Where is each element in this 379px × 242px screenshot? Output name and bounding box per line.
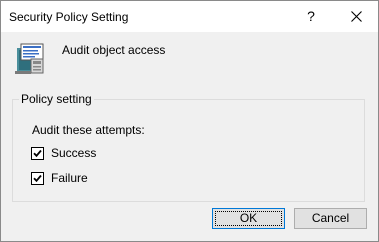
dialog-content: Audit object access Policy setting Audit… bbox=[1, 32, 378, 241]
checkmark-icon bbox=[33, 149, 42, 157]
success-checkbox-box[interactable] bbox=[31, 146, 44, 160]
failure-label[interactable]: Failure bbox=[51, 171, 88, 185]
policy-setting-group: Policy setting Audit these attempts: Suc… bbox=[12, 92, 365, 202]
failure-checkbox-box[interactable] bbox=[31, 171, 44, 185]
ok-button[interactable]: OK bbox=[212, 208, 285, 229]
close-button[interactable] bbox=[334, 1, 378, 32]
policy-name: Audit object access bbox=[62, 43, 166, 57]
security-policy-icon bbox=[15, 43, 44, 74]
title-bar[interactable]: Security Policy Setting ? bbox=[1, 1, 378, 32]
cancel-button-label: Cancel bbox=[311, 211, 350, 225]
failure-checkbox[interactable]: Failure bbox=[31, 170, 88, 186]
group-legend: Policy setting bbox=[19, 92, 94, 106]
cancel-button[interactable]: Cancel bbox=[294, 208, 367, 229]
window-title: Security Policy Setting bbox=[9, 10, 129, 24]
security-policy-dialog: Security Policy Setting ? Audit object a… bbox=[0, 0, 379, 242]
success-checkbox[interactable]: Success bbox=[31, 145, 96, 161]
ok-button-label: OK bbox=[239, 211, 258, 225]
help-icon: ? bbox=[307, 8, 315, 24]
close-icon bbox=[351, 11, 362, 22]
attempts-label: Audit these attempts: bbox=[32, 123, 145, 137]
checkmark-icon bbox=[33, 174, 42, 182]
success-label[interactable]: Success bbox=[51, 146, 96, 160]
help-button[interactable]: ? bbox=[291, 1, 331, 32]
